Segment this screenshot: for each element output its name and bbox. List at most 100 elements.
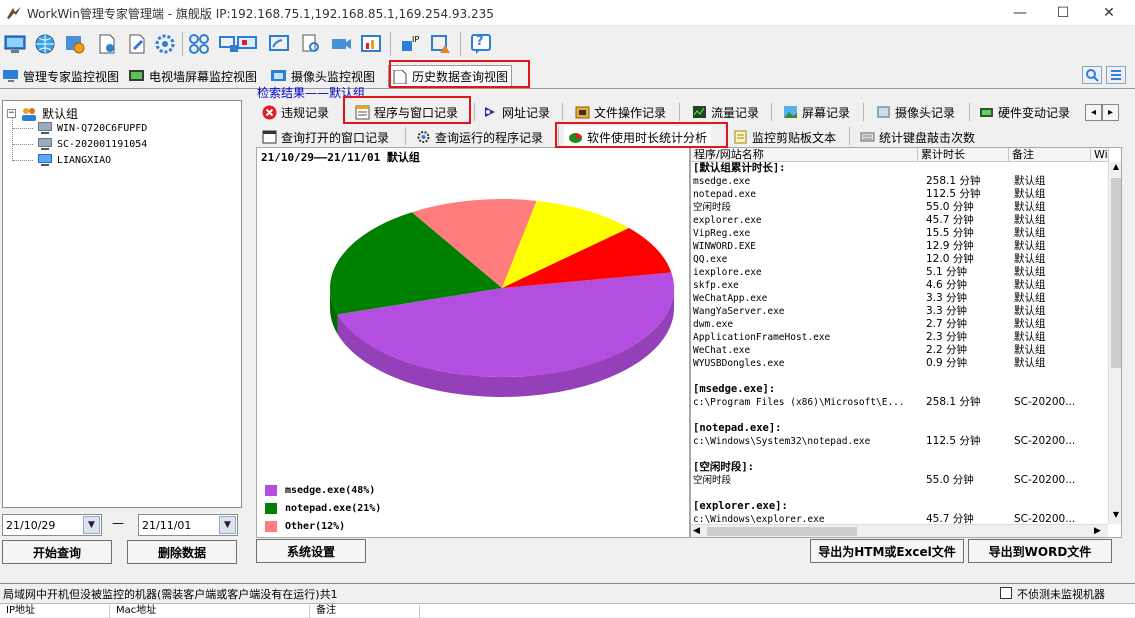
table-row[interactable]: ApplicationFrameHost.exe 2.3 分钟 默认组	[691, 331, 1109, 344]
table-row[interactable]: WeChatApp.exe 3.3 分钟 默认组	[691, 292, 1109, 305]
tab-history-view[interactable]: 历史数据查询视图	[388, 65, 513, 87]
tab-running-program-query[interactable]: 查询运行的程序记录	[412, 126, 547, 148]
broadcast-icon[interactable]	[266, 31, 292, 57]
alert-icon[interactable]	[428, 31, 454, 57]
monitor-icon[interactable]	[2, 31, 28, 57]
cell-note: 默认组	[1014, 279, 1046, 291]
tab-camera-records[interactable]: 摄像头记录	[872, 101, 959, 123]
column-header-note[interactable]: 备注	[1009, 148, 1091, 162]
table-row[interactable]: WangYaServer.exe 3.3 分钟 默认组	[691, 305, 1109, 318]
usage-list[interactable]: 程序/网站名称 累计时长 备注 Wi [默认组累计时长]: msedge.exe 2…	[690, 147, 1122, 538]
tree-node-computer[interactable]: WIN-Q720C6FUPFD	[13, 122, 147, 135]
chevron-down-icon[interactable]: ▼	[83, 516, 100, 534]
tab-scroll-left-button[interactable]: ◂	[1085, 104, 1102, 121]
column-header-extra[interactable]: Wi	[1091, 148, 1109, 162]
close-button[interactable]: ✕	[1086, 0, 1132, 26]
cell-note: 默认组	[1014, 344, 1046, 356]
table-row[interactable]: QQ.exe 12.0 分钟 默认组	[691, 253, 1109, 266]
globe-icon[interactable]	[32, 31, 58, 57]
table-row[interactable]: VipReg.exe 15.5 分钟 默认组	[691, 227, 1109, 240]
horizontal-scrollbar[interactable]: ◀ ▶	[691, 524, 1108, 537]
table-row[interactable]: c:\Windows\System32\notepad.exe 112.5 分钟 S…	[691, 435, 1109, 448]
table-row[interactable]: 空闲时段 55.0 分钟 默认组	[691, 201, 1109, 214]
table-row[interactable]: dwm.exe 2.7 分钟 默认组	[691, 318, 1109, 331]
chevron-down-icon[interactable]: ▼	[219, 516, 236, 534]
search-report-icon[interactable]	[298, 31, 324, 57]
tab-software-usage-stats[interactable]: 软件使用时长统计分析	[564, 126, 712, 148]
table-row[interactable]: iexplore.exe 5.1 分钟 默认组	[691, 266, 1109, 279]
tab-url-records[interactable]: 网址记录	[479, 101, 554, 123]
tree-group-node[interactable]: − 默认组	[7, 105, 78, 122]
table-row[interactable]: WINWORD.EXE 12.9 分钟 默认组	[691, 240, 1109, 253]
column-header-name[interactable]: 程序/网站名称	[691, 148, 918, 162]
ip-icon[interactable]: IP	[398, 31, 424, 57]
search-icon[interactable]	[1082, 66, 1102, 84]
tab-file-records[interactable]: 文件操作记录	[571, 101, 670, 123]
settings-panel-icon[interactable]	[62, 31, 88, 57]
table-row[interactable]: explorer.exe 45.7 分钟 默认组	[691, 214, 1109, 227]
tab-monitor-view[interactable]: 管理专家监控视图	[0, 65, 122, 87]
sub-tab-bar: 查询打开的窗口记录 查询运行的程序记录 软件使用时长统计分析 监控剪贴板文本 统…	[255, 125, 1119, 148]
maximize-button[interactable]: ☐	[1040, 0, 1086, 26]
tab-open-window-query[interactable]: 查询打开的窗口记录	[258, 126, 393, 148]
tab-traffic-records[interactable]: 流量记录	[688, 101, 763, 123]
minimize-button[interactable]: —	[997, 0, 1043, 26]
camera-icon[interactable]	[328, 31, 354, 57]
cell-name: WYUSBDongles.exe	[693, 358, 785, 369]
window-list-icon	[355, 105, 370, 119]
vertical-scrollbar[interactable]: ▲ ▼	[1108, 162, 1121, 524]
table-row[interactable]: WYUSBDongles.exe 0.9 分钟 默认组	[691, 357, 1109, 370]
cell-note: 默认组	[1014, 214, 1046, 226]
computer-tree[interactable]: − 默认组 WIN-Q720C6FUPFD SC-202001191054 LI…	[2, 100, 242, 508]
help-icon[interactable]: ?	[468, 31, 494, 57]
tab-label: 电视墙屏幕监控视图	[149, 69, 258, 84]
cell-note: 默认组	[1014, 292, 1046, 304]
delete-data-button[interactable]: 删除数据	[127, 540, 237, 564]
table-row[interactable]: notepad.exe 112.5 分钟 默认组	[691, 188, 1109, 201]
tab-tv-wall-view[interactable]: 电视墙屏幕监控视图	[126, 65, 260, 87]
export-html-excel-button[interactable]: 导出为HTM或Excel文件	[810, 539, 964, 563]
column-header-remark[interactable]: 备注	[310, 605, 420, 618]
document-edit-icon[interactable]	[124, 31, 150, 57]
screen-monitor-icon[interactable]	[234, 31, 260, 57]
window-title: WorkWin管理专家管理端 - 旗舰版 IP:192.168.75.1,192…	[27, 7, 494, 21]
end-date-picker[interactable]: 21/11/01 ▼	[138, 514, 238, 536]
tab-label: 流量记录	[711, 105, 760, 120]
table-row[interactable]: WeChat.exe 2.2 分钟 默认组	[691, 344, 1109, 357]
scroll-up-icon[interactable]: ▲	[1110, 162, 1121, 176]
table-row[interactable]: c:\Program Files (x86)\Microsoft\E... 258…	[691, 396, 1109, 409]
tab-keystroke-stats[interactable]: 统计键盘敲击次数	[856, 126, 979, 148]
scroll-thumb[interactable]	[707, 527, 857, 536]
tab-scroll-right-button[interactable]: ▸	[1102, 104, 1119, 121]
tree-node-computer[interactable]: LIANGXIAO	[13, 154, 111, 167]
grid-icon[interactable]	[186, 31, 212, 57]
traffic-icon	[693, 105, 706, 118]
table-row[interactable]: skfp.exe 4.6 分钟 默认组	[691, 279, 1109, 292]
scroll-thumb[interactable]	[1111, 178, 1121, 368]
tab-violation-records[interactable]: 违规记录	[258, 101, 333, 123]
tab-clipboard-monitor[interactable]: 监控剪贴板文本	[729, 126, 840, 148]
scroll-down-icon[interactable]: ▼	[1110, 510, 1121, 524]
document-settings-icon[interactable]	[94, 31, 120, 57]
users-settings-icon[interactable]	[152, 31, 178, 57]
table-row[interactable]: c:\Windows\explorer.exe 45.7 分钟 SC-20200..…	[691, 513, 1109, 524]
column-header-ip[interactable]: IP地址	[0, 605, 110, 618]
tab-program-window-records[interactable]: 程序与窗口记录	[351, 101, 462, 123]
start-query-button[interactable]: 开始查询	[2, 540, 112, 564]
scroll-left-icon[interactable]: ◀	[693, 526, 700, 536]
tab-screen-records[interactable]: 屏幕记录	[779, 101, 854, 123]
tab-hardware-records[interactable]: 硬件变动记录	[975, 101, 1074, 123]
undetected-checkbox[interactable]	[1000, 587, 1012, 599]
export-word-button[interactable]: 导出到WORD文件	[968, 539, 1112, 563]
scroll-right-icon[interactable]: ▶	[1094, 526, 1101, 536]
system-settings-button[interactable]: 系统设置	[256, 539, 366, 563]
table-row[interactable]: 空闲时段 55.0 分钟 SC-20200...	[691, 474, 1109, 487]
table-row[interactable]: msedge.exe 258.1 分钟 默认组	[691, 175, 1109, 188]
chart-icon[interactable]	[358, 31, 384, 57]
start-date-picker[interactable]: 21/10/29 ▼	[2, 514, 102, 536]
tree-node-computer[interactable]: SC-202001191054	[13, 138, 147, 151]
tab-label: 屏幕记录	[802, 105, 851, 120]
column-header-time[interactable]: 累计时长	[918, 148, 1009, 162]
column-header-mac[interactable]: Mac地址	[110, 605, 310, 618]
list-view-icon[interactable]	[1106, 66, 1126, 84]
